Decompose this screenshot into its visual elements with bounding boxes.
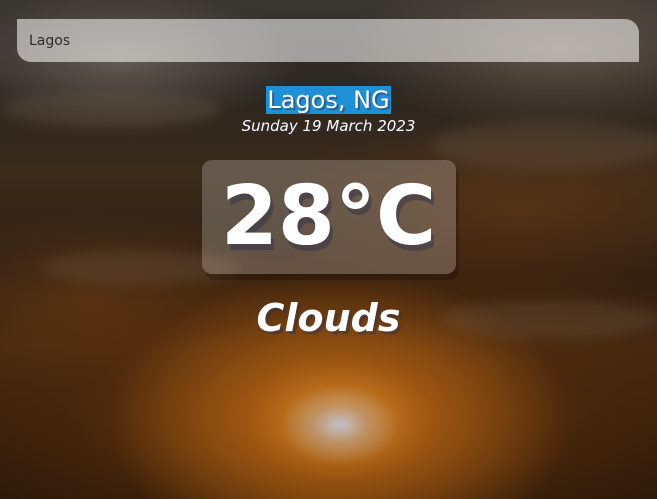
weather-app: Lagos, NG Sunday 19 March 2023 28°C Clou… [0,0,657,499]
location-box: Lagos, NG Sunday 19 March 2023 [0,86,657,135]
search-input[interactable] [17,19,639,62]
weather-condition: Clouds [256,296,401,340]
temperature-display: 28°C [201,160,456,274]
date-label: Sunday 19 March 2023 [241,117,416,135]
location-name: Lagos, NG [266,86,391,114]
weather-box: 28°C [0,160,657,274]
